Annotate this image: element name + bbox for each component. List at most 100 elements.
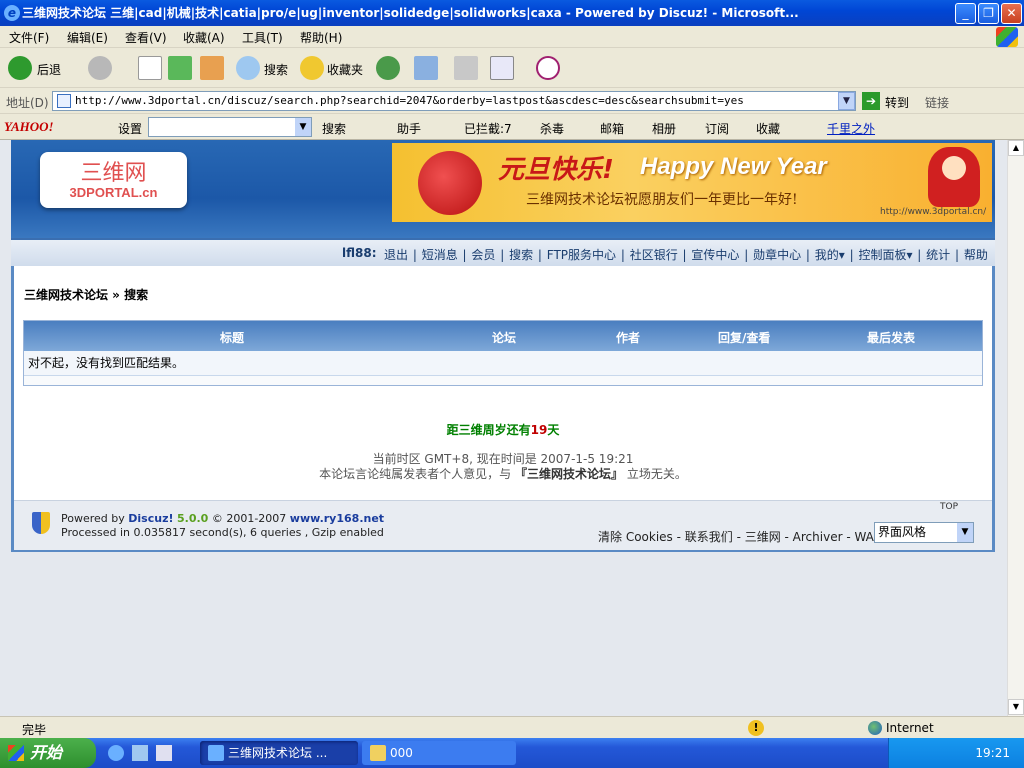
address-url: http://www.3dportal.cn/discuz/search.php…	[75, 94, 744, 107]
close-button[interactable]: ✕	[1001, 3, 1022, 24]
nav-promo[interactable]: 宣传中心	[691, 248, 739, 262]
forum-nav-bar: lfl88: 退出 | 短消息 | 会员 | 搜索 | FTP服务中心 | 社区…	[11, 238, 995, 266]
menu-file[interactable]: 文件(F)	[9, 29, 49, 46]
nav-stats[interactable]: 统计	[926, 248, 950, 262]
yahoo-helper[interactable]: 助手	[397, 120, 421, 137]
new-year-banner[interactable]: 元旦快乐! Happy New Year 三维网技术论坛祝愿朋友们一年更比一年好…	[392, 143, 992, 222]
yahoo-toolbar: YAHOO! 设置 ▼ 搜索 助手 已拦截:7 杀毒 邮箱 相册 订阅 收藏 千…	[0, 114, 1024, 140]
results-header-row: 标题 论坛 作者 回复/查看 最后发表	[24, 321, 982, 351]
back-button-label[interactable]: 后退	[37, 61, 61, 78]
nav-members[interactable]: 会员	[471, 248, 495, 262]
internet-globe-icon	[868, 721, 882, 735]
yahoo-settings[interactable]: 设置	[118, 120, 142, 137]
nav-control-panel[interactable]: 控制面板▾	[858, 248, 912, 262]
windows-flag-icon	[8, 745, 24, 761]
processed-info: Processed in 0.035817 second(s), 6 queri…	[61, 526, 384, 539]
address-bar: 地址(D) http://www.3dportal.cn/discuz/sear…	[0, 88, 1024, 114]
go-arrow-icon[interactable]: ➔	[862, 92, 880, 110]
scroll-up-icon[interactable]: ▲	[1008, 140, 1024, 156]
yahoo-mail[interactable]: 邮箱	[600, 120, 624, 137]
messenger-icon[interactable]	[536, 56, 560, 80]
minimize-button[interactable]: _	[955, 3, 976, 24]
chevron-down-icon[interactable]: ▼	[957, 523, 973, 542]
edit-icon[interactable]	[490, 56, 514, 80]
top-link[interactable]: TOP	[940, 502, 958, 512]
yahoo-search-input[interactable]: ▼	[148, 117, 312, 137]
address-dropdown-icon[interactable]: ▼	[838, 92, 855, 110]
yahoo-blocked[interactable]: 已拦截:7	[464, 120, 512, 137]
refresh-icon[interactable]	[168, 56, 192, 80]
discuz-version: 5.0.0	[177, 512, 209, 525]
footer-links[interactable]: 清除 Cookies - 联系我们 - 三维网 - Archiver - WAP	[598, 528, 881, 545]
maximize-button[interactable]: ❐	[978, 3, 999, 24]
banner-url: http://www.3dportal.cn/	[880, 207, 987, 217]
username[interactable]: lfl88:	[342, 246, 377, 260]
nav-ftp[interactable]: FTP服务中心	[547, 248, 616, 262]
stop-icon[interactable]	[138, 56, 162, 80]
yahoo-antivirus[interactable]: 杀毒	[540, 120, 564, 137]
nav-bank[interactable]: 社区银行	[630, 248, 678, 262]
menu-favorites[interactable]: 收藏(A)	[183, 29, 225, 46]
mail-icon[interactable]	[414, 56, 438, 80]
address-input[interactable]: http://www.3dportal.cn/discuz/search.php…	[52, 91, 856, 111]
favorites-button-label[interactable]: 收藏夹	[327, 61, 363, 78]
nav-items: 退出 | 短消息 | 会员 | 搜索 | FTP服务中心 | 社区银行 | 宣传…	[384, 248, 988, 262]
nav-search[interactable]: 搜索	[509, 248, 533, 262]
site-link[interactable]: www.ry168.net	[290, 512, 384, 525]
scroll-down-icon[interactable]: ▼	[1008, 699, 1024, 715]
clock[interactable]: 19:21	[975, 746, 1010, 760]
banner-subtitle: Happy New Year	[640, 153, 827, 180]
chevron-down-icon[interactable]: ▼	[295, 118, 311, 136]
menu-help[interactable]: 帮助(H)	[300, 29, 342, 46]
menu-view[interactable]: 查看(V)	[125, 29, 167, 46]
window-title: 三维网技术论坛 三维|cad|机械|技术|catia|pro/e|ug|inve…	[22, 6, 799, 20]
favorites-star-icon[interactable]	[300, 56, 324, 80]
status-zone: Internet	[886, 721, 934, 735]
search-button-label[interactable]: 搜索	[264, 61, 288, 78]
menu-bar: 文件(F) 编辑(E) 查看(V) 收藏(A) 工具(T) 帮助(H)	[0, 26, 1024, 48]
taskbar-item-folder[interactable]: 000	[362, 741, 516, 765]
home-icon[interactable]	[200, 56, 224, 80]
yahoo-favorites[interactable]: 收藏	[756, 120, 780, 137]
menu-edit[interactable]: 编辑(E)	[67, 29, 108, 46]
discuz-link[interactable]: Discuz!	[128, 512, 173, 525]
nav-my[interactable]: 我的▾	[815, 248, 845, 262]
nav-medals[interactable]: 勋章中心	[753, 248, 801, 262]
go-button[interactable]: 转到	[885, 94, 909, 111]
search-icon[interactable]	[236, 56, 260, 80]
yahoo-album[interactable]: 相册	[652, 120, 676, 137]
print-icon[interactable]	[454, 56, 478, 80]
yahoo-search-button[interactable]: 搜索	[322, 120, 346, 137]
breadcrumb[interactable]: 三维网技术论坛 » 搜索	[24, 286, 148, 303]
start-button[interactable]: 开始	[0, 738, 96, 768]
media-quicklaunch-icon[interactable]	[156, 745, 172, 761]
folder-icon	[370, 745, 386, 761]
site-logo[interactable]: 三维网 3DPORTAL.cn	[40, 152, 187, 208]
desktop-quicklaunch-icon[interactable]	[132, 745, 148, 761]
yahoo-subscribe[interactable]: 订阅	[705, 120, 729, 137]
nav-messages[interactable]: 短消息	[422, 248, 458, 262]
nav-help[interactable]: 帮助	[964, 248, 988, 262]
taskbar-item-forum[interactable]: 三维网技术论坛 ...	[200, 741, 358, 765]
warning-icon[interactable]: !	[748, 720, 764, 736]
header-last-post: 最后发表	[867, 331, 916, 345]
time-info: 当前时区 GMT+8, 现在时间是 2007-1-5 19:21 本论坛言论纯属…	[0, 452, 1006, 482]
lantern-icon	[418, 151, 482, 215]
yahoo-music-link[interactable]: 千里之外	[827, 120, 875, 137]
ie-icon: e	[4, 5, 20, 21]
history-icon[interactable]	[376, 56, 400, 80]
forward-arrow-icon[interactable]	[88, 56, 112, 80]
vertical-scrollbar[interactable]: ▲ ▼	[1007, 140, 1024, 716]
anniversary-countdown: 距三维周岁还有19天	[0, 421, 1006, 438]
style-select[interactable]: 界面风格 ▼	[874, 522, 974, 543]
yahoo-logo[interactable]: YAHOO!	[4, 119, 54, 135]
back-arrow-icon[interactable]	[8, 56, 32, 80]
results-footer	[24, 375, 982, 385]
menu-tools[interactable]: 工具(T)	[242, 29, 283, 46]
ie-quicklaunch-icon[interactable]	[108, 745, 124, 761]
status-done: 完毕	[22, 723, 47, 737]
fortune-god-icon	[928, 147, 980, 207]
links-button[interactable]: 链接	[925, 94, 949, 111]
nav-logout[interactable]: 退出	[384, 248, 408, 262]
forum-name: 『三维网技术论坛』	[514, 467, 623, 481]
